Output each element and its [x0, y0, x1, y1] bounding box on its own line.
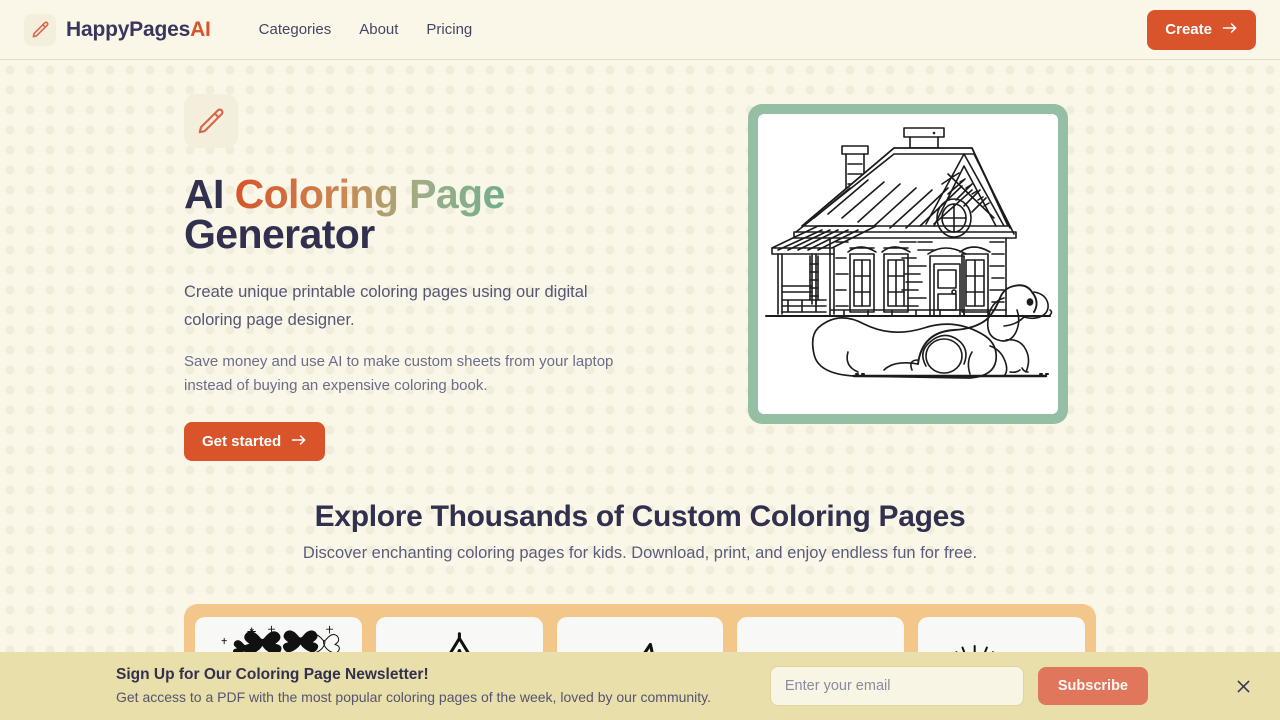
brand-name: HappyPagesAI: [66, 18, 211, 42]
site-header: HappyPagesAI Categories About Pricing Cr…: [0, 0, 1280, 60]
explore-title: Explore Thousands of Custom Coloring Pag…: [314, 500, 966, 533]
newsletter-copy: Sign Up for Our Coloring Page Newsletter…: [116, 664, 711, 708]
newsletter-subtitle: Get access to a PDF with the most popula…: [116, 689, 712, 705]
nav-item-categories[interactable]: Categories: [259, 21, 332, 38]
page-title: AI Coloring Page Generator: [184, 174, 654, 257]
create-button-label: Create: [1165, 21, 1212, 38]
close-icon[interactable]: [1230, 673, 1256, 699]
pencil-icon: [184, 94, 238, 148]
hero-preview-image: [758, 114, 1058, 414]
hero-note: Save money and use AI to make custom she…: [184, 353, 614, 394]
get-started-label: Get started: [202, 433, 282, 450]
newsletter-bar: Sign Up for Our Coloring Page Newsletter…: [0, 652, 1280, 720]
brand-name-main: HappyPages: [66, 17, 191, 41]
nav-item-about[interactable]: About: [359, 21, 398, 38]
brand-logo[interactable]: HappyPagesAI: [24, 13, 211, 46]
explore-subtitle: Discover enchanting coloring pages for k…: [302, 544, 978, 562]
arrow-right-icon: [291, 433, 307, 451]
newsletter-title: Sign Up for Our Coloring Page Newsletter…: [116, 666, 429, 683]
create-button[interactable]: Create: [1147, 9, 1256, 50]
main-nav: Categories About Pricing: [259, 21, 473, 38]
pencil-icon: [24, 13, 56, 46]
get-started-button[interactable]: Get started: [184, 422, 326, 461]
explore-section: Explore Thousands of Custom Coloring Pag…: [0, 500, 1280, 563]
email-input[interactable]: [769, 666, 1024, 706]
hero-copy: AI Coloring Page Generator Create unique …: [184, 94, 654, 461]
nav-item-pricing[interactable]: Pricing: [426, 21, 472, 38]
hero-section: AI Coloring Page Generator Create unique …: [0, 60, 1280, 470]
arrow-right-icon: [1222, 21, 1238, 39]
newsletter-form: Subscribe: [769, 666, 1256, 706]
brand-name-accent: AI: [190, 17, 211, 41]
subscribe-button[interactable]: Subscribe: [1037, 667, 1148, 705]
hero-subtitle: Create unique printable coloring pages u…: [184, 283, 588, 329]
hero-preview-frame: [748, 104, 1068, 424]
hero-title-part2: Generator: [184, 211, 375, 257]
